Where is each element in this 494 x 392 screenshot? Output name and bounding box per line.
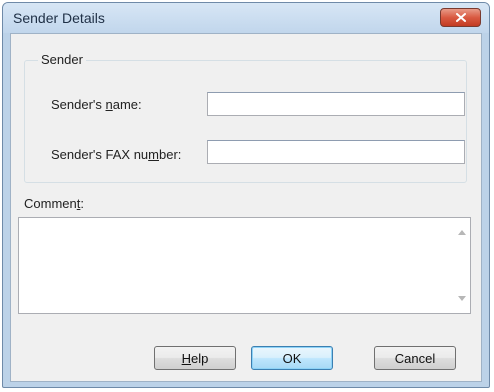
dialog-title: Sender Details	[13, 10, 105, 26]
sender-name-label: Sender's name:	[51, 97, 142, 112]
sender-fax-label: Sender's FAX number:	[51, 147, 182, 162]
close-x-icon	[455, 13, 466, 22]
comment-textarea[interactable]	[18, 217, 471, 314]
scroll-up-arrow-icon[interactable]	[458, 230, 466, 235]
title-bar[interactable]: Sender Details	[3, 3, 489, 33]
sender-group-label: Sender	[38, 52, 86, 67]
sender-fax-input[interactable]	[207, 140, 465, 164]
dialog-client-area: Sender Sender's name: Sender's FAX numbe…	[10, 33, 482, 382]
sender-groupbox	[24, 60, 467, 183]
comment-scrollbar[interactable]	[454, 218, 470, 313]
sender-name-input[interactable]	[207, 92, 465, 116]
sender-details-dialog: Sender Details Sender Sender's name: Sen…	[2, 2, 490, 388]
comment-label: Comment:	[24, 196, 84, 211]
cancel-button[interactable]: Cancel	[374, 346, 456, 370]
help-button[interactable]: Help	[154, 346, 236, 370]
close-button[interactable]	[440, 8, 481, 27]
ok-button[interactable]: OK	[251, 346, 333, 370]
scroll-down-arrow-icon[interactable]	[458, 296, 466, 301]
